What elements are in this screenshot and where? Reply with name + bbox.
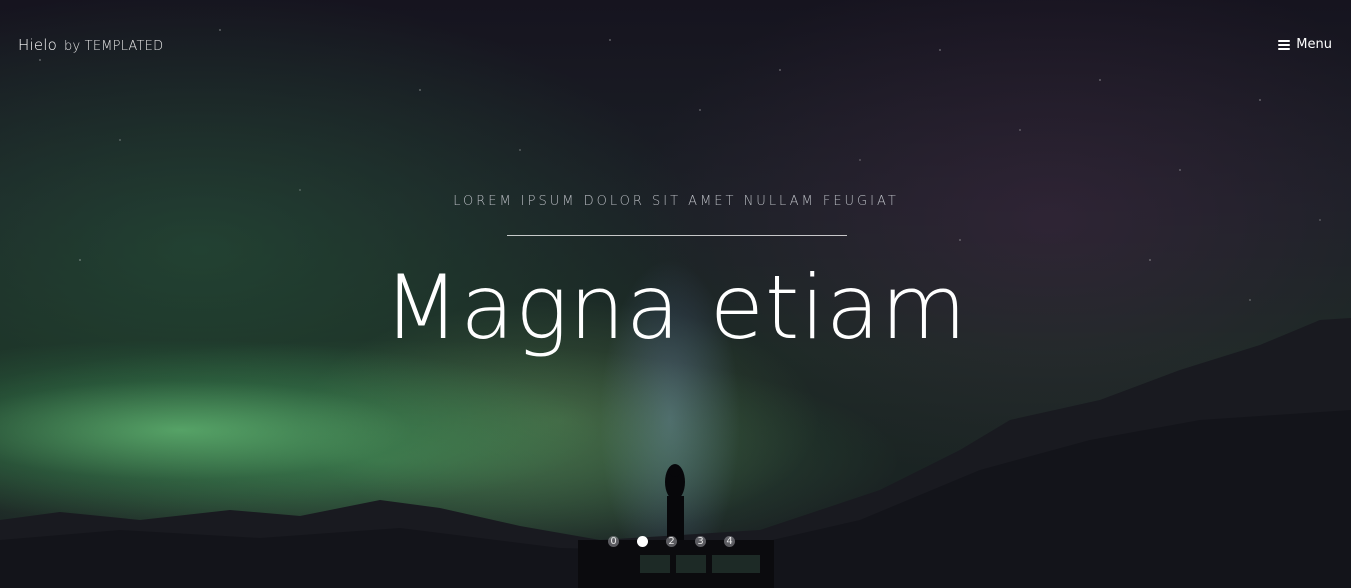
logo-by-line: by TEMPLATED [64, 39, 164, 54]
slider-pagination: 0 2 3 4 [608, 536, 735, 547]
hero-headline: Magna etiam [383, 256, 968, 359]
site-header: Hielo by TEMPLATED Menu [0, 0, 1351, 92]
hamburger-icon [1278, 39, 1291, 50]
menu-button[interactable]: Menu [1278, 37, 1332, 52]
slider-dot-0[interactable]: 0 [608, 536, 619, 547]
logo-name: Hielo [18, 36, 58, 54]
hero-caption: LOREM IPSUM DOLOR SIT AMET NULLAM FEUGIA… [0, 194, 1351, 357]
menu-label: Menu [1296, 37, 1332, 52]
slider-dot-1-active[interactable] [637, 536, 648, 547]
hero-kicker: LOREM IPSUM DOLOR SIT AMET NULLAM FEUGIA… [453, 194, 899, 209]
slider-dot-3[interactable]: 3 [695, 536, 706, 547]
hero-divider [506, 235, 847, 236]
hero-banner: Hielo by TEMPLATED Menu LOREM IPSUM DOLO… [0, 0, 1351, 588]
site-logo[interactable]: Hielo by TEMPLATED [18, 36, 163, 54]
slider-dot-4[interactable]: 4 [724, 536, 735, 547]
slider-dot-2[interactable]: 2 [666, 536, 677, 547]
